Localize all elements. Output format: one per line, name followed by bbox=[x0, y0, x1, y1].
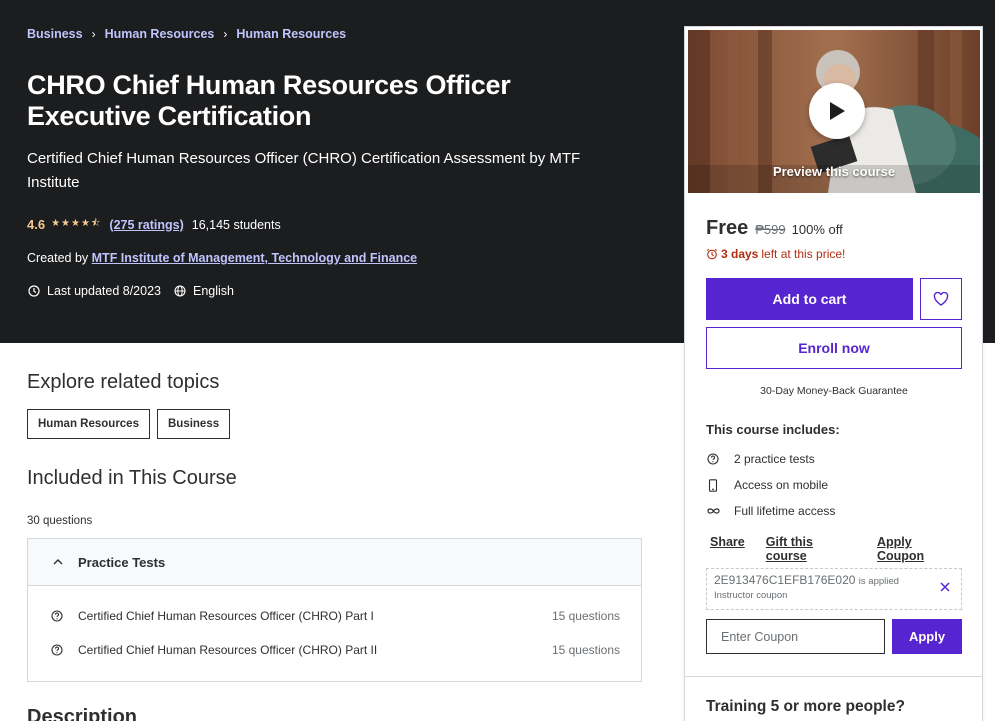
course-title: CHRO Chief Human Resources Officer Execu… bbox=[27, 70, 511, 131]
practice-test-item[interactable]: Certified Chief Human Resources Officer … bbox=[50, 643, 620, 657]
course-page: Business › Human Resources › Human Resou… bbox=[0, 0, 995, 721]
applied-coupon: 2E913476C1EFB176E020 is applied Instruct… bbox=[706, 568, 962, 610]
includes-heading: This course includes: bbox=[706, 422, 840, 437]
practice-test-count: 15 questions bbox=[551, 643, 620, 657]
apply-coupon-button[interactable]: Apply bbox=[892, 619, 962, 654]
practice-test-count: 15 questions bbox=[551, 609, 620, 623]
coupon-applied-text: is applied bbox=[858, 576, 899, 587]
breadcrumb-item-human-resources-topic[interactable]: Human Resources bbox=[236, 27, 346, 41]
includes-item: Full lifetime access bbox=[706, 504, 835, 518]
star-rating-icon: ★★★★⯪ bbox=[51, 218, 102, 229]
included-heading: Included in This Course bbox=[27, 467, 237, 489]
mobile-icon bbox=[706, 478, 720, 492]
sidebar-actions: Share Gift this course Apply Coupon bbox=[710, 535, 982, 563]
course-subtitle: Certified Chief Human Resources Officer … bbox=[27, 150, 581, 191]
timer-text: left at this price! bbox=[761, 247, 846, 261]
students-count: 16,145 students bbox=[191, 217, 281, 232]
breadcrumb-item-business[interactable]: Business bbox=[27, 27, 83, 41]
chevron-up-icon bbox=[52, 559, 64, 565]
share-link[interactable]: Share bbox=[710, 535, 745, 563]
purchase-sidebar: Preview this course Free ₱599 100% off 3… bbox=[684, 26, 983, 721]
includes-item-label: Access on mobile bbox=[734, 478, 829, 492]
chevron-right-icon: › bbox=[223, 27, 228, 41]
created-by: Created by MTF Institute of Management, … bbox=[27, 251, 417, 265]
add-to-cart-button[interactable]: Add to cart bbox=[706, 278, 913, 320]
accordion-header[interactable]: Practice Tests bbox=[28, 539, 641, 586]
current-price: Free bbox=[706, 217, 749, 239]
question-circle-icon bbox=[50, 609, 64, 623]
divider bbox=[685, 676, 982, 677]
heart-icon bbox=[933, 292, 949, 306]
infinity-icon bbox=[706, 504, 720, 518]
instructor-link[interactable]: MTF Institute of Management, Technology … bbox=[92, 251, 417, 265]
price-row: Free ₱599 100% off bbox=[706, 217, 843, 240]
discount-timer: 3 days left at this price! bbox=[706, 247, 845, 261]
includes-item: 2 practice tests bbox=[706, 452, 815, 466]
training-heading: Training 5 or more people? bbox=[706, 698, 905, 715]
description-heading: Description bbox=[27, 706, 138, 721]
includes-item: Access on mobile bbox=[706, 478, 828, 492]
discount-percent: 100% off bbox=[791, 222, 843, 237]
rating-value: 4.6 bbox=[27, 217, 46, 232]
coupon-type: Instructor coupon bbox=[714, 590, 788, 601]
accordion-title: Practice Tests bbox=[78, 554, 166, 570]
money-back-guarantee: 30-Day Money-Back Guarantee bbox=[760, 385, 908, 397]
question-circle-icon bbox=[50, 643, 64, 657]
ratings-link[interactable]: (275 ratings) bbox=[109, 218, 183, 232]
includes-item-label: Full lifetime access bbox=[734, 504, 836, 518]
last-updated: Last updated 8/2023 bbox=[47, 284, 161, 298]
preview-label: Preview this course bbox=[772, 164, 896, 179]
includes-item-label: 2 practice tests bbox=[734, 452, 815, 466]
question-count: 30 questions bbox=[27, 515, 93, 527]
practice-test-item[interactable]: Certified Chief Human Resources Officer … bbox=[50, 609, 620, 623]
enroll-now-button[interactable]: Enroll now bbox=[706, 327, 962, 369]
coupon-input[interactable] bbox=[706, 619, 885, 654]
gift-course-link[interactable]: Gift this course bbox=[766, 535, 856, 563]
practice-tests-accordion: Practice Tests Certified Chief Human Res… bbox=[27, 538, 642, 682]
practice-test-title: Certified Chief Human Resources Officer … bbox=[78, 609, 374, 623]
related-topics-heading: Explore related topics bbox=[27, 371, 220, 393]
rating-row: 4.6 ★★★★⯪ (275 ratings) 16,145 students bbox=[27, 216, 281, 233]
related-topics: Human Resources Business bbox=[27, 409, 237, 439]
course-preview[interactable]: Preview this course bbox=[688, 30, 980, 193]
wishlist-button[interactable] bbox=[920, 278, 962, 320]
course-meta: Last updated 8/2023 English bbox=[27, 284, 234, 298]
play-icon[interactable] bbox=[809, 83, 865, 139]
timer-days: 3 days bbox=[721, 247, 759, 261]
topic-chip-business[interactable]: Business bbox=[156, 409, 231, 439]
apply-coupon-link[interactable]: Apply Coupon bbox=[877, 535, 961, 563]
question-circle-icon bbox=[706, 452, 720, 466]
chevron-right-icon: › bbox=[91, 27, 96, 41]
close-icon[interactable] bbox=[938, 581, 952, 595]
practice-test-title: Certified Chief Human Resources Officer … bbox=[78, 643, 378, 657]
breadcrumb-item-human-resources[interactable]: Human Resources bbox=[105, 27, 215, 41]
created-by-label: Created by bbox=[27, 251, 89, 265]
coupon-code: 2E913476C1EFB176E020 bbox=[714, 573, 856, 587]
topic-chip-human-resources[interactable]: Human Resources bbox=[27, 409, 150, 439]
coupon-code-line: 2E913476C1EFB176E020 is applied bbox=[714, 573, 954, 587]
globe-icon bbox=[173, 284, 187, 298]
alert-clock-icon bbox=[27, 284, 41, 298]
breadcrumb: Business › Human Resources › Human Resou… bbox=[27, 27, 346, 41]
alarm-clock-icon bbox=[706, 248, 718, 260]
original-price: ₱599 bbox=[755, 222, 786, 237]
course-language: English bbox=[193, 284, 234, 298]
